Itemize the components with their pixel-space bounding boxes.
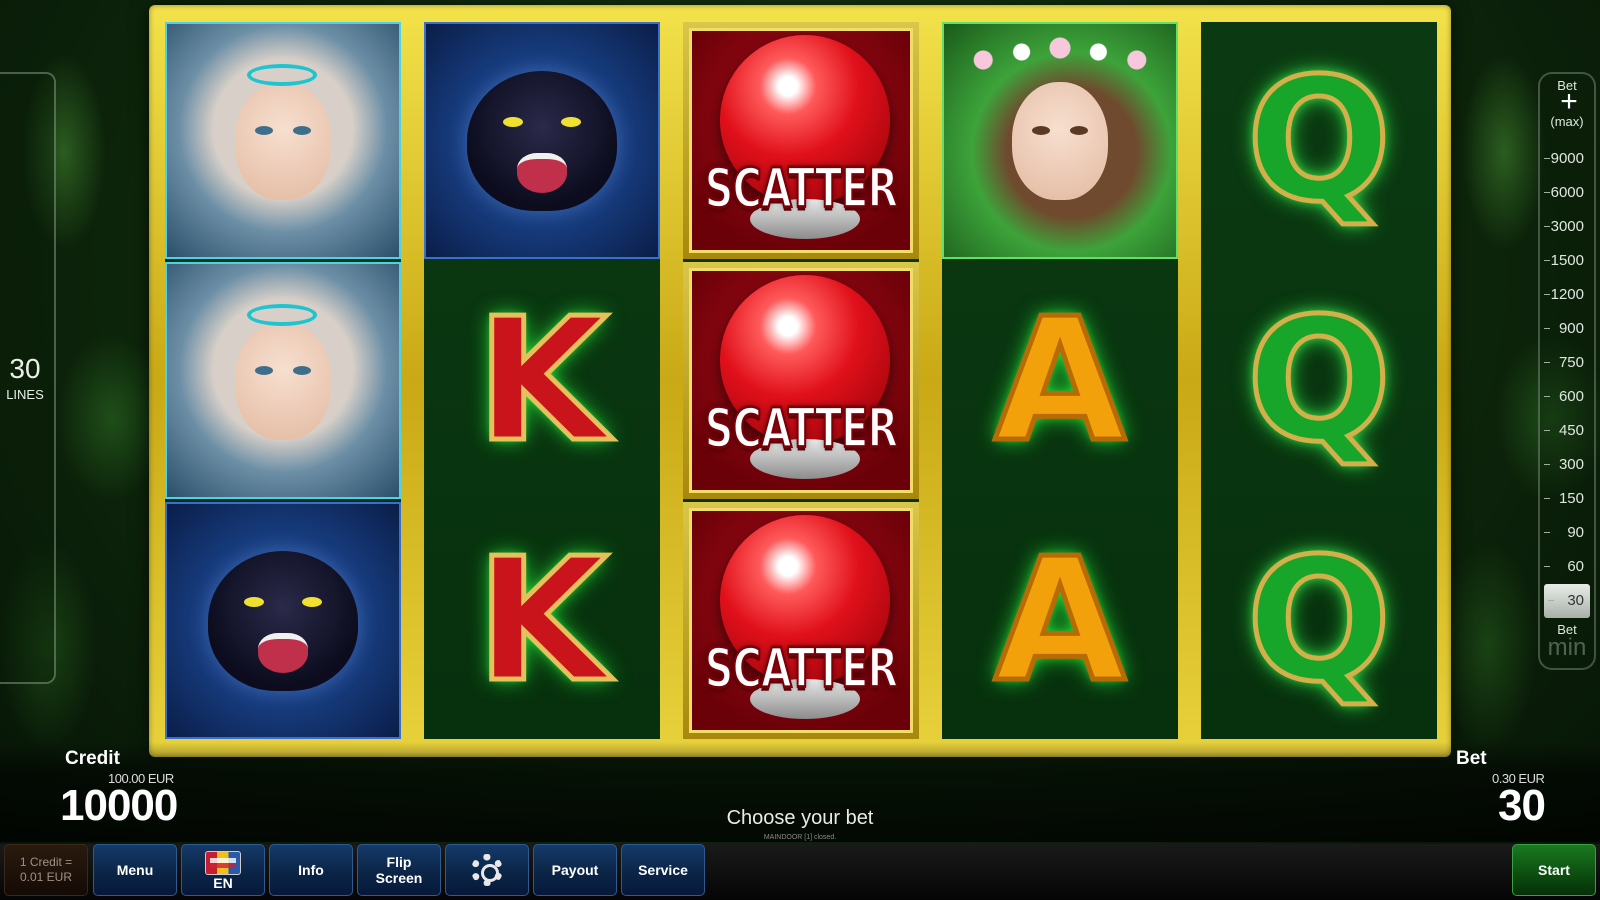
reel-3: SCATTER SCATTER SCATTER <box>683 22 919 739</box>
symbol-q-letter: Q <box>1244 521 1394 720</box>
info-button[interactable]: Info <box>269 844 353 896</box>
bet-scale: Bet + (max) 9000 6000 3000 1500 1200 900… <box>1538 72 1596 670</box>
panther-icon <box>424 22 660 259</box>
start-button-label: Start <box>1538 862 1570 878</box>
flip-screen-button[interactable]: Flip Screen <box>357 844 441 896</box>
bet-option-selected[interactable]: 30 <box>1544 584 1590 618</box>
credit-rate-line1: 1 Credit = <box>19 855 73 869</box>
panther-icon <box>165 502 401 739</box>
language-button-label: EN <box>213 875 233 891</box>
status-submessage: MAINDOOR [1] closed. <box>763 834 837 841</box>
lines-value: 30 <box>9 352 41 384</box>
language-button[interactable]: EN <box>181 844 265 896</box>
reel-2: K K <box>424 22 660 739</box>
symbol-a: A <box>942 262 1178 499</box>
scatter-label: SCATTER <box>704 157 900 222</box>
bet-option[interactable]: 900 <box>1540 312 1594 346</box>
reel-5: Q Q Q <box>1201 22 1437 739</box>
lines-panel: 30 LINES <box>0 72 56 684</box>
bet-option[interactable]: 1200 <box>1540 278 1594 312</box>
symbol-k: K <box>424 262 660 499</box>
fairy-girl-icon <box>165 22 401 259</box>
reel-4: A A <box>942 22 1178 739</box>
reel-1 <box>165 22 401 739</box>
lines-label: LINES <box>6 386 44 402</box>
scatter-symbol: SCATTER <box>683 502 919 739</box>
credit-rate: 1 Credit = 0.01 EUR <box>4 844 88 896</box>
bet-option[interactable]: 300 <box>1540 448 1594 482</box>
symbol-k: K <box>424 502 660 739</box>
menu-button[interactable]: Menu <box>93 844 177 896</box>
bet-label: Bet <box>1456 748 1487 769</box>
credit-label: Credit <box>65 748 120 769</box>
bet-option[interactable]: 3000 <box>1540 210 1594 244</box>
menu-button-label: Menu <box>116 862 154 878</box>
symbol-a-letter: A <box>992 281 1129 480</box>
bet-option[interactable]: 1500 <box>1540 244 1594 278</box>
bet-option[interactable]: 60 <box>1540 550 1594 584</box>
reels-area: K K SCATTER SCATTER SCATTER A A Q Q Q <box>165 22 1437 739</box>
bet-max-label: (max) <box>1550 114 1584 129</box>
status-message: Choose your bet <box>726 807 874 829</box>
gear-icon <box>471 854 503 886</box>
bet-option[interactable]: 90 <box>1540 516 1594 550</box>
symbol-a: A <box>942 502 1178 739</box>
flip-screen-label-line1: Flip <box>386 854 412 870</box>
bet-min-label: min <box>1547 634 1587 661</box>
symbol-a-letter: A <box>992 521 1129 720</box>
start-button[interactable]: Start <box>1512 844 1596 896</box>
language-flag-icon <box>205 851 241 875</box>
fairy-girl-icon <box>165 262 401 499</box>
symbol-k-letter: K <box>474 281 611 480</box>
scatter-symbol: SCATTER <box>683 22 919 259</box>
bet-option[interactable]: 750 <box>1540 346 1594 380</box>
scatter-symbol: SCATTER <box>683 262 919 499</box>
scatter-label: SCATTER <box>704 637 900 702</box>
flip-screen-label-line2: Screen <box>375 870 423 886</box>
symbol-q: Q <box>1201 502 1437 739</box>
scatter-label: SCATTER <box>704 397 900 462</box>
service-button-label: Service <box>638 862 688 878</box>
bet-option[interactable]: 9000 <box>1540 142 1594 176</box>
service-button[interactable]: Service <box>621 844 705 896</box>
bet-values: 9000 6000 3000 1500 1200 900 750 600 450… <box>1540 142 1594 618</box>
symbol-q-letter: Q <box>1244 41 1394 240</box>
payout-button[interactable]: Payout <box>533 844 617 896</box>
symbol-q-letter: Q <box>1244 281 1394 480</box>
settings-button[interactable] <box>445 844 529 896</box>
bet-option[interactable]: 6000 <box>1540 176 1594 210</box>
bet-option[interactable]: 450 <box>1540 414 1594 448</box>
bet-option[interactable]: 150 <box>1540 482 1594 516</box>
credit-rate-line2: 0.01 EUR <box>19 870 73 884</box>
flower-girl-icon <box>942 22 1178 259</box>
info-button-label: Info <box>298 862 324 878</box>
symbol-q: Q <box>1201 262 1437 499</box>
symbol-q: Q <box>1201 22 1437 259</box>
bet-option[interactable]: 600 <box>1540 380 1594 414</box>
symbol-k-letter: K <box>474 521 611 720</box>
payout-button-label: Payout <box>551 862 599 878</box>
